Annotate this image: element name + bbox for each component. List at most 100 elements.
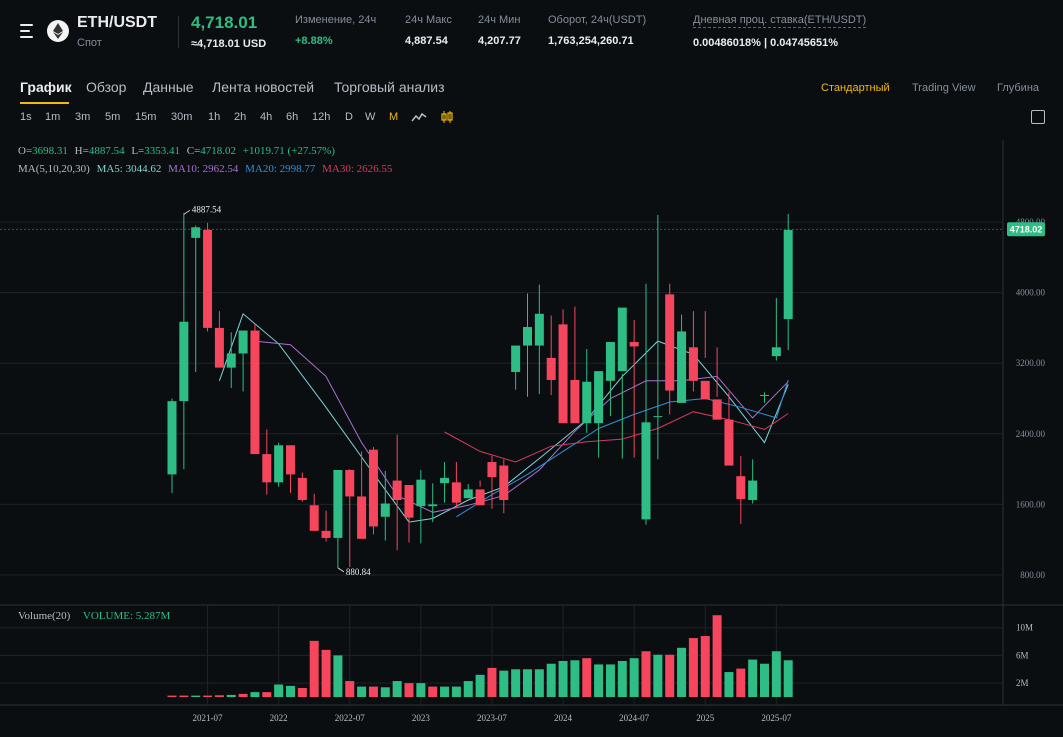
candle-body (226, 353, 236, 368)
candle (309, 493, 319, 531)
ma-label: MA(5,10,20,30) (18, 163, 90, 175)
tab-trading-analysis[interactable]: Торговый анализ (334, 79, 445, 95)
stat-interest-rate[interactable]: Дневная проц. ставка(ETH/USDT) 0.0048601… (693, 14, 867, 49)
candle (712, 347, 722, 420)
chart-annotations: 4718.02 4887.54 880.84 (0, 204, 1045, 577)
interval-1s[interactable]: 1s (20, 111, 32, 123)
candle-body (321, 530, 331, 538)
volume-bar (558, 660, 568, 697)
candle (677, 314, 687, 403)
view-tradingview[interactable]: Trading View (912, 82, 976, 94)
price-tick-label: 2400.00 (1016, 429, 1046, 439)
view-depth[interactable]: Глубина (997, 82, 1039, 94)
line-chart-icon[interactable] (411, 111, 427, 123)
tab-chart[interactable]: График (20, 79, 72, 95)
candle-body (274, 445, 284, 483)
volume-bar (617, 660, 627, 697)
interval-3m[interactable]: 3m (75, 111, 90, 123)
candle (736, 455, 746, 524)
volume-bar (226, 694, 236, 697)
low-label: L= (131, 145, 145, 157)
volume-bar (238, 693, 248, 697)
candle (523, 293, 532, 397)
volume-bar (404, 683, 414, 697)
candle-body (475, 489, 485, 506)
open-label: O= (18, 145, 33, 157)
candle (203, 222, 213, 332)
menu-icon[interactable] (20, 24, 38, 40)
price-chart[interactable]: 800.001600.002400.003200.004000.004800.0… (0, 140, 1063, 737)
candle-body (641, 422, 651, 520)
interval-1h[interactable]: 1h (208, 111, 220, 123)
candle (760, 392, 769, 403)
candle-body (760, 394, 769, 396)
high-label: H= (74, 145, 89, 157)
interval-15m[interactable]: 15m (135, 111, 156, 123)
change-value: +1019.71 (+27.57%) (242, 145, 335, 157)
ma30-line (444, 411, 789, 463)
candle-body (167, 401, 177, 475)
tab-news[interactable]: Лента новостей (212, 79, 314, 95)
interval-6h[interactable]: 6h (286, 111, 298, 123)
interval-12h[interactable]: 12h (312, 111, 330, 123)
volume-bar (463, 681, 473, 697)
candle-body (653, 416, 663, 418)
tab-overview[interactable]: Обзор (86, 79, 126, 95)
stat-low-24h: 24ч Мин 4,207.77 (478, 14, 521, 47)
stat-label[interactable]: Дневная проц. ставка(ETH/USDT) (693, 14, 867, 28)
candle (511, 345, 521, 390)
stat-value: 4,207.77 (478, 35, 521, 47)
volume-bar (380, 687, 390, 697)
volume-bar (570, 660, 580, 697)
price-tick-label: 1600.00 (1016, 499, 1046, 509)
interval-week[interactable]: W (365, 111, 375, 123)
volume-bar (392, 681, 402, 697)
candle-body (582, 381, 592, 424)
interval-4h[interactable]: 4h (260, 111, 272, 123)
view-standard[interactable]: Стандартный (821, 82, 890, 94)
candle (700, 311, 710, 400)
trading-pair[interactable]: ETH/USDT (77, 14, 157, 32)
interval-5m[interactable]: 5m (105, 111, 120, 123)
interval-month[interactable]: M (389, 111, 398, 123)
candlestick-icon[interactable] (440, 110, 454, 124)
interval-day[interactable]: D (345, 111, 353, 123)
candle-body (179, 321, 189, 402)
stat-label: Оборот, 24ч(USDT) (548, 14, 647, 26)
volume-bar (487, 667, 497, 697)
interval-30m[interactable]: 30m (171, 111, 192, 123)
volume-bar (440, 686, 450, 697)
candle-body (392, 480, 402, 500)
open-value: 3698.31 (32, 145, 68, 157)
candle-body (203, 229, 213, 328)
candle-body (688, 347, 698, 381)
candle (475, 480, 485, 506)
candle (558, 309, 568, 424)
candle (605, 342, 615, 417)
volume-bar (546, 663, 556, 697)
interval-1m[interactable]: 1m (45, 111, 60, 123)
candle (191, 225, 201, 373)
candle-body (297, 477, 307, 500)
candle (262, 429, 272, 495)
volume-bar (700, 636, 710, 697)
candle-body (238, 330, 248, 354)
volume-bar (309, 640, 319, 697)
candle (274, 442, 284, 487)
eth-coin-icon (47, 20, 69, 42)
candle (321, 510, 331, 542)
stat-high-24h: 24ч Макс 4,887.54 (405, 14, 452, 47)
high-value: 4887.54 (88, 145, 125, 157)
volume-bar (333, 655, 343, 697)
candle (428, 483, 438, 523)
interval-2h[interactable]: 2h (234, 111, 246, 123)
fullscreen-icon[interactable] (1031, 110, 1045, 124)
candle (463, 484, 473, 499)
low-marker (337, 567, 345, 573)
high-marker (183, 209, 191, 215)
candle-body (546, 357, 556, 380)
candle-body (357, 496, 367, 539)
volume-bar (167, 695, 177, 697)
stat-label: Изменение, 24ч (295, 14, 377, 26)
tab-data[interactable]: Данные (143, 79, 194, 95)
